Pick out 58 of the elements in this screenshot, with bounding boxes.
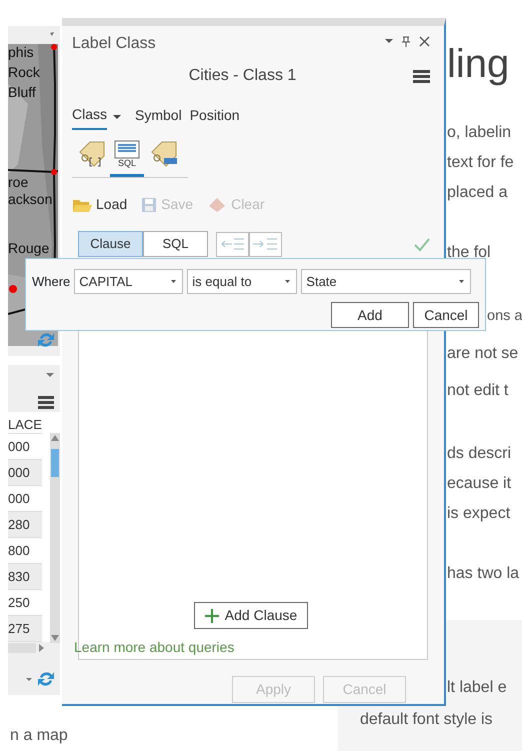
dropdown-arrow-icon[interactable] — [26, 678, 32, 681]
menu-icon[interactable] — [38, 396, 54, 409]
mode-tab[interactable]: Clause — [78, 231, 143, 257]
popup-button[interactable]: Cancel — [413, 302, 479, 328]
tab[interactable]: Position — [190, 105, 240, 129]
text-line: placed a — [447, 183, 508, 203]
text-line: default font style is — [359, 710, 494, 730]
tool-button[interactable]: Load — [72, 194, 128, 215]
scrollbar[interactable] — [8, 643, 44, 653]
dropdown[interactable]: is equal to — [187, 269, 298, 294]
text-line: ds descri — [447, 444, 512, 464]
mode-tab[interactable]: SQL — [143, 231, 208, 257]
scrollbar[interactable] — [50, 433, 60, 643]
text-line: ecause it — [447, 474, 512, 494]
column-header[interactable]: LACE — [8, 412, 42, 434]
table-cell: 000 — [8, 460, 42, 486]
caret-icon — [285, 280, 290, 283]
text-line: n a map — [10, 726, 68, 746]
text-line: is expect — [447, 504, 512, 524]
icon-tab[interactable]: SQL — [110, 140, 144, 177]
table-cell: 275 — [8, 616, 42, 642]
popup-button[interactable]: Add — [331, 302, 409, 328]
document-icon — [114, 140, 140, 159]
map-label: Bluff — [8, 84, 36, 100]
caret-icon[interactable] — [113, 115, 122, 119]
page-heading: ling — [447, 41, 510, 88]
dropdown-arrow-icon[interactable] — [385, 39, 393, 43]
table-cell: 830 — [8, 564, 42, 590]
map-label: phis — [8, 44, 34, 60]
dropdown[interactable]: CAPITAL — [74, 269, 184, 294]
check-icon — [414, 236, 430, 252]
dropdown[interactable]: State — [301, 269, 472, 294]
text-line: the fol — [447, 243, 492, 263]
text-line: o, labelin — [447, 123, 512, 143]
where-label: Where — [32, 272, 70, 291]
caret-icon — [171, 280, 176, 283]
plus-icon — [204, 609, 219, 624]
text-line: has two la — [447, 564, 520, 584]
text-line: not edit t — [447, 381, 510, 401]
tab[interactable]: Class — [72, 104, 108, 130]
caret-icon — [459, 280, 464, 283]
dropdown-arrow-icon[interactable] — [46, 373, 54, 377]
class-name: Cities - Class 1 — [188, 67, 296, 84]
add-clause-button[interactable]: Add Clause — [194, 602, 308, 629]
close-icon[interactable] — [419, 36, 430, 46]
pin-icon[interactable] — [401, 36, 411, 46]
save-icon — [141, 196, 158, 212]
text-line: lt label e — [447, 678, 508, 698]
text-line: text for fe — [447, 153, 515, 173]
table-cell: 280 — [8, 512, 42, 538]
text-line: are not se — [447, 344, 520, 364]
menu-icon[interactable] — [413, 70, 430, 82]
map-label: roe — [8, 174, 28, 190]
map-label: Rock — [8, 64, 40, 80]
tab[interactable]: Symbol — [135, 105, 182, 129]
pane-title: Label Class — [72, 34, 156, 54]
map-label: Rouge — [8, 240, 50, 256]
map-label: ackson — [8, 191, 52, 207]
